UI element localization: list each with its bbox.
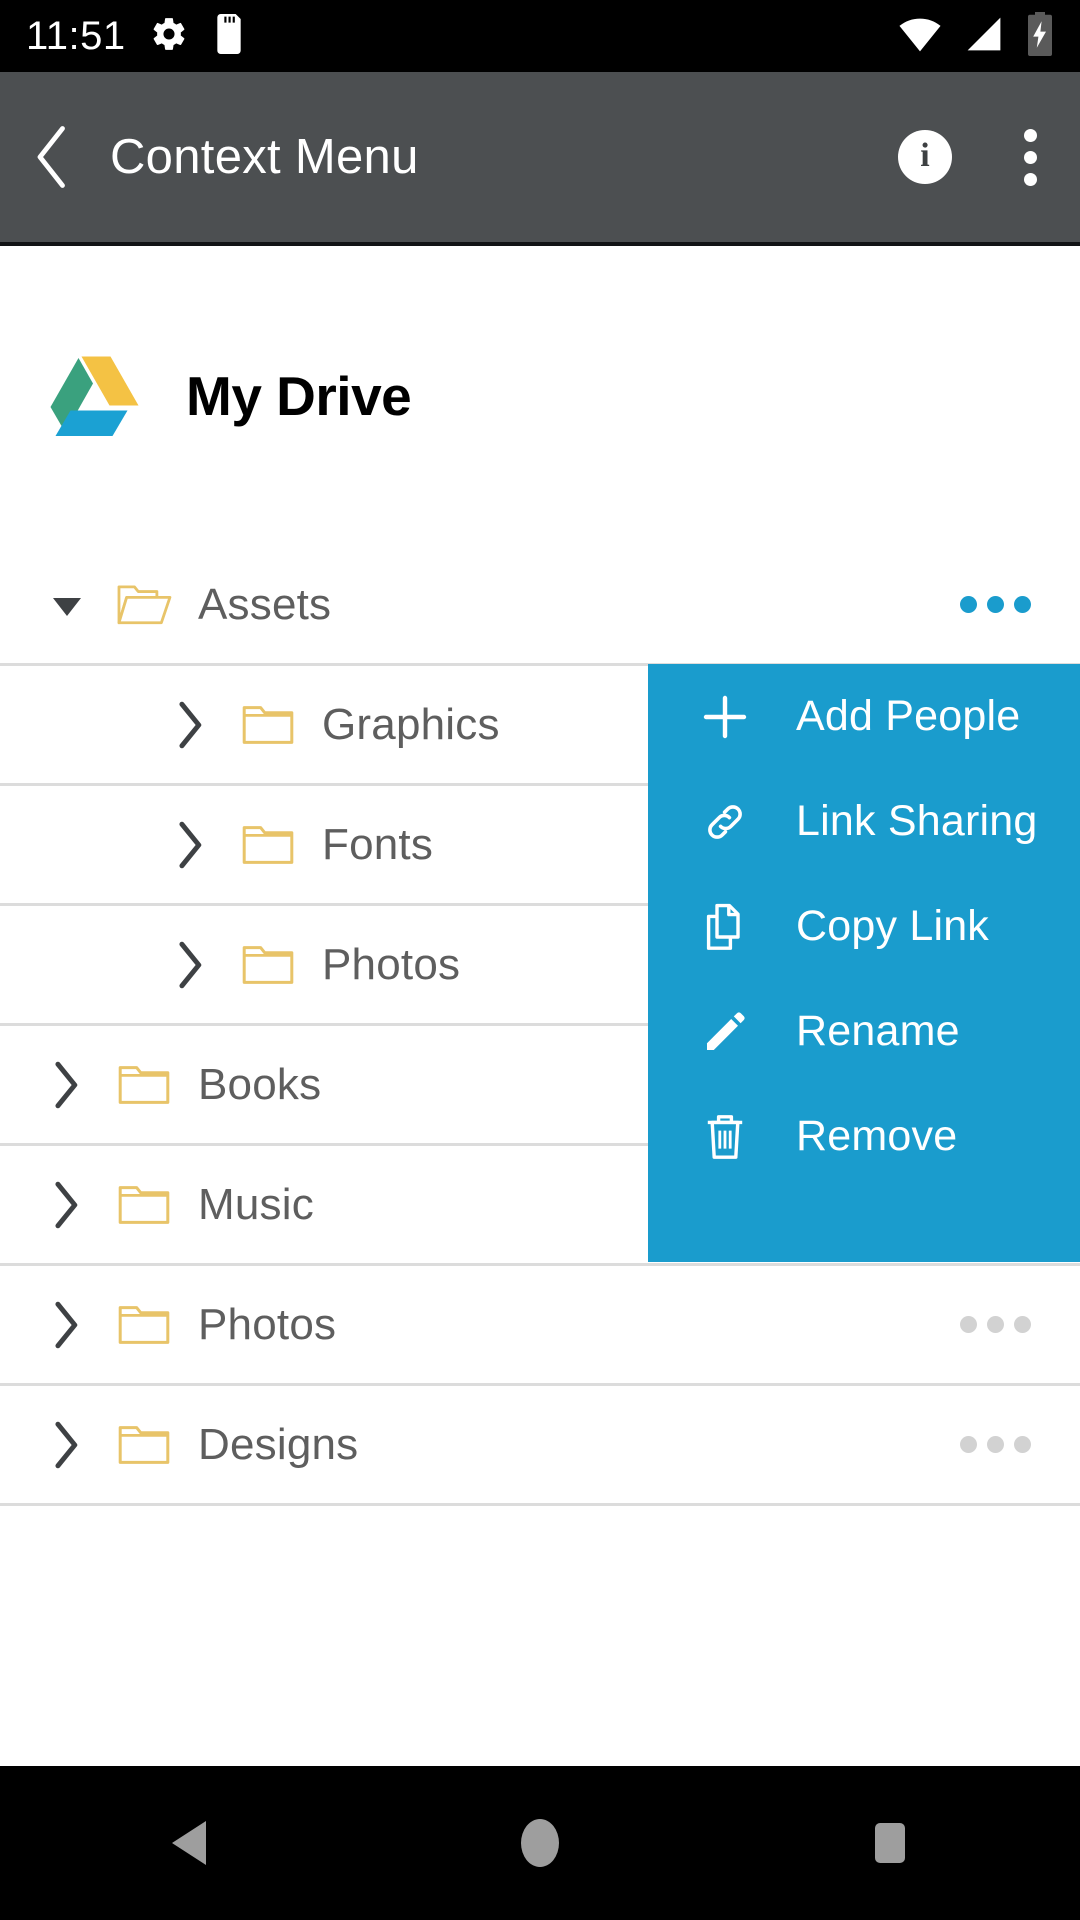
caret-down-icon[interactable] (36, 585, 98, 625)
dots-horizontal-icon (959, 596, 1031, 613)
tree-row-label: Books (198, 1059, 322, 1109)
context-menu: Add People Link Sharing Copy Link Rename Rem… (648, 664, 1080, 1262)
copy-icon (696, 902, 754, 952)
context-menu-item-label: Link Sharing (796, 797, 1038, 845)
battery-charging-icon (1026, 11, 1054, 61)
tree-row-label: Photos (198, 1299, 337, 1349)
tree-row-designs-7[interactable]: Designs (0, 1386, 1080, 1506)
dots-horizontal-icon (959, 1316, 1031, 1333)
chevron-right-icon[interactable] (160, 699, 222, 751)
plus-icon (696, 691, 754, 743)
drive-title: My Drive (186, 364, 412, 427)
context-menu-item-add-people[interactable]: Add People (648, 664, 1080, 769)
dots-vertical-icon (1023, 128, 1037, 186)
context-menu-item-link-sharing[interactable]: Link Sharing (648, 769, 1080, 874)
nav-recents-button[interactable] (830, 1783, 950, 1903)
pencil-icon (696, 1008, 754, 1056)
trash-icon (696, 1112, 754, 1162)
context-menu-item-remove[interactable]: Remove (648, 1084, 1080, 1189)
status-bar-right (898, 11, 1080, 61)
android-nav-bar (0, 1766, 1080, 1920)
tree-row-label: Music (198, 1179, 314, 1229)
tree-row-label: Graphics (322, 699, 500, 749)
tree-row-label: Photos (322, 939, 461, 989)
folder-closed-icon (116, 1061, 172, 1109)
chevron-right-icon[interactable] (36, 1179, 98, 1231)
nav-home-button[interactable] (480, 1783, 600, 1903)
info-button[interactable]: i (870, 72, 980, 242)
row-overflow-button[interactable] (950, 1400, 1040, 1490)
app-bar: Context Menu i (0, 72, 1080, 242)
status-bar: 11:51 (0, 0, 1080, 72)
chevron-right-icon[interactable] (160, 939, 222, 991)
folder-closed-icon (240, 821, 296, 869)
folder-closed-icon (240, 941, 296, 989)
folder-closed-icon (116, 1421, 172, 1469)
cellular-signal-icon (964, 15, 1004, 58)
link-chain-icon (696, 798, 754, 846)
status-clock: 11:51 (26, 14, 126, 58)
context-menu-item-copy-link[interactable]: Copy Link (648, 874, 1080, 979)
context-menu-item-rename[interactable]: Rename (648, 979, 1080, 1084)
google-drive-logo (48, 354, 140, 438)
context-menu-item-label: Copy Link (796, 902, 990, 950)
page-title: Context Menu (110, 130, 419, 184)
context-menu-item-label: Remove (796, 1112, 958, 1160)
context-menu-item-label: Add People (796, 692, 1021, 740)
info-icon: i (898, 130, 952, 184)
row-overflow-button[interactable] (950, 1280, 1040, 1370)
row-overflow-button[interactable] (950, 560, 1040, 650)
tree-row-photos-6[interactable]: Photos (0, 1266, 1080, 1386)
phone-screen: 11:51 Context Menu i My Drive Assets Gra… (0, 0, 1080, 1920)
tree-row-label: Fonts (322, 819, 434, 869)
nav-back-button[interactable] (130, 1783, 250, 1903)
dots-horizontal-icon (959, 1436, 1031, 1453)
folder-closed-icon (116, 1301, 172, 1349)
tree-row-label: Designs (198, 1419, 359, 1469)
context-menu-item-label: Rename (796, 1007, 960, 1055)
drive-header: My Drive (0, 246, 1080, 546)
wifi-icon (898, 15, 942, 58)
overflow-menu-button[interactable] (980, 72, 1080, 242)
status-bar-left: 11:51 (0, 13, 246, 59)
chevron-right-icon[interactable] (36, 1419, 98, 1471)
folder-closed-icon (116, 1181, 172, 1229)
chevron-right-icon[interactable] (36, 1059, 98, 1111)
settings-gear-icon (150, 15, 188, 58)
folder-open-icon (116, 580, 172, 630)
tree-row-assets-0[interactable]: Assets (0, 546, 1080, 666)
chevron-right-icon[interactable] (36, 1299, 98, 1351)
back-button[interactable] (0, 72, 104, 242)
sd-card-icon (212, 13, 246, 59)
chevron-right-icon[interactable] (160, 819, 222, 871)
tree-row-label: Assets (198, 579, 332, 629)
app-bar-actions: i (870, 72, 1080, 242)
content-area: My Drive Assets Graphics Fonts Photos Books M… (0, 246, 1080, 1766)
folder-closed-icon (240, 701, 296, 749)
